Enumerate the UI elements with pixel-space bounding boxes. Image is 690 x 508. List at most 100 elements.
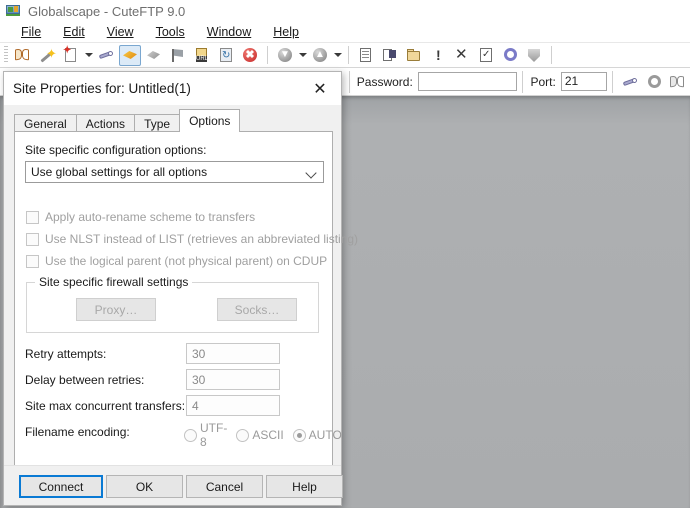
connect-button[interactable]: Connect xyxy=(19,475,103,498)
menu-item-help[interactable]: Help xyxy=(262,23,310,41)
checkbox-use-nlst[interactable]: Use NLST instead of LIST (retrieves an a… xyxy=(26,232,358,246)
cancel-button[interactable]: Cancel xyxy=(186,475,263,498)
checkbox-auto-rename[interactable]: Apply auto-rename scheme to transfers xyxy=(26,210,255,224)
delay-between-retries-label: Delay between retries: xyxy=(25,373,145,387)
upload-dropdown-arrow[interactable] xyxy=(332,45,343,66)
max-concurrent-transfers-label: Site max concurrent transfers: xyxy=(25,399,186,413)
radio-ascii-dot[interactable] xyxy=(236,428,250,442)
dialog-body: General Actions Type Options Site specif… xyxy=(4,105,358,505)
radio-utf8-dot[interactable] xyxy=(184,428,197,442)
delete-icon[interactable]: ✕ xyxy=(451,45,473,66)
toolbar-separator xyxy=(267,46,268,64)
menu-item-file-label: File xyxy=(21,25,42,39)
checkbox-use-nlst-box[interactable] xyxy=(26,232,39,246)
menu-item-edit[interactable]: Edit xyxy=(52,23,96,41)
menu-item-view[interactable]: View xyxy=(96,23,145,41)
checkbox-auto-rename-box[interactable] xyxy=(26,210,39,224)
radio-utf8-label: UTF-8 xyxy=(200,421,228,449)
checkbox-logical-parent-box[interactable] xyxy=(26,254,39,268)
config-options-label: Site specific configuration options: xyxy=(25,143,207,157)
retry-attempts-label: Retry attempts: xyxy=(25,347,107,361)
connection-bar-separator xyxy=(348,70,350,93)
radio-auto-label: AUTO xyxy=(308,428,342,442)
password-input[interactable] xyxy=(417,72,518,91)
global-options-icon[interactable] xyxy=(499,45,521,66)
disconnect-icon[interactable] xyxy=(119,44,141,66)
config-options-value: Use global settings for all options xyxy=(31,165,208,179)
checkbox-use-nlst-label: Use NLST instead of LIST (retrieves an a… xyxy=(45,232,359,246)
config-options-select[interactable]: Use global settings for all options xyxy=(25,161,324,183)
properties-icon[interactable]: ! xyxy=(427,45,449,66)
port-label: Port: xyxy=(530,74,556,89)
site-properties-dialog: Site Properties for: Untitled(1) ✕ Gener… xyxy=(3,71,358,506)
url-icon[interactable]: URL xyxy=(191,45,213,66)
new-folder-icon[interactable] xyxy=(403,45,425,66)
retry-attempts-input[interactable]: 30 xyxy=(186,343,280,364)
max-concurrent-transfers-input[interactable]: 4 xyxy=(186,395,280,416)
radio-ascii[interactable]: ASCII xyxy=(236,428,284,442)
site-manager-toolbar-icon[interactable] xyxy=(667,71,689,92)
window-titlebar: Globalscape - CuteFTP 9.0 xyxy=(0,0,690,22)
refresh-icon[interactable]: ↻ xyxy=(215,45,237,66)
global-options-toolbar-icon[interactable] xyxy=(643,71,665,92)
checkbox-logical-parent[interactable]: Use the logical parent (not physical par… xyxy=(26,254,327,268)
menu-item-tools[interactable]: Tools xyxy=(145,23,196,41)
checkbox-auto-rename-label: Apply auto-rename scheme to transfers xyxy=(45,210,256,224)
edit-notes-icon[interactable] xyxy=(355,45,377,66)
new-site-icon[interactable]: ✦ xyxy=(60,45,82,66)
new-site-dropdown-arrow[interactable] xyxy=(83,45,94,66)
filename-encoding-label: Filename encoding: xyxy=(25,425,130,439)
upload-icon[interactable]: ▲ xyxy=(309,45,331,66)
menu-item-window[interactable]: Window xyxy=(196,23,262,41)
quick-connect-wizard-icon[interactable]: ✦ xyxy=(36,45,58,66)
firewall-settings-title: Site specific firewall settings xyxy=(35,275,193,289)
window-title: Globalscape - CuteFTP 9.0 xyxy=(28,3,186,19)
options-tab-panel: Site specific configuration options: Use… xyxy=(14,131,358,472)
chevron-down-icon xyxy=(307,168,316,177)
toolbar-separator-2 xyxy=(348,46,349,64)
menu-item-file[interactable]: File xyxy=(10,23,52,41)
toolbar-grip[interactable] xyxy=(4,46,8,64)
dialog-title: Site Properties for: Untitled(1) xyxy=(13,81,191,96)
ok-button[interactable]: OK xyxy=(106,475,183,498)
connect-toolbar-icon[interactable] xyxy=(619,71,641,92)
dialog-titlebar: Site Properties for: Untitled(1) ✕ xyxy=(4,72,341,105)
connect-icon[interactable] xyxy=(95,45,117,66)
site-manager-icon[interactable] xyxy=(12,45,34,66)
radio-ascii-label: ASCII xyxy=(252,428,284,442)
download-dropdown-arrow[interactable] xyxy=(297,45,308,66)
menu-item-help-label: Help xyxy=(273,25,299,39)
menu-item-view-label: View xyxy=(106,25,134,39)
delay-between-retries-input[interactable]: 30 xyxy=(186,369,280,390)
security-icon[interactable] xyxy=(523,45,545,66)
abort-icon[interactable]: ✖ xyxy=(239,45,261,66)
menu-item-tools-label: Tools xyxy=(155,25,185,39)
menu-item-window-label: Window xyxy=(206,25,252,39)
port-input[interactable]: 21 xyxy=(560,72,608,91)
reconnect-icon[interactable] xyxy=(143,45,165,66)
application-window: Globalscape - CuteFTP 9.0 File Edit View… xyxy=(0,0,690,508)
password-label: Password: xyxy=(356,74,413,89)
stop-flag-icon[interactable] xyxy=(167,45,189,66)
tab-options[interactable]: Options xyxy=(179,109,241,132)
proxy-button[interactable]: Proxy… xyxy=(76,298,156,321)
close-icon[interactable]: ✕ xyxy=(299,72,341,105)
dialog-footer: Connect OK Cancel Help xyxy=(4,465,343,505)
toolbar-separator-3 xyxy=(551,46,552,64)
radio-auto-dot[interactable] xyxy=(292,428,306,442)
select-all-icon[interactable]: ✓ xyxy=(475,45,497,66)
rename-icon[interactable] xyxy=(379,45,401,66)
dialog-tabstrip: General Actions Type Options xyxy=(14,109,331,134)
menu-item-edit-label: Edit xyxy=(63,25,85,39)
globalscape-icon xyxy=(6,4,22,18)
main-toolbar: ✦ ✦ URL ↻ ✖ ▼ ▲ ! ✕ ✓ xyxy=(0,43,690,68)
download-icon[interactable]: ▼ xyxy=(274,45,296,66)
filename-encoding-radio-group: UTF-8 ASCII AUTO xyxy=(184,421,351,449)
socks-button[interactable]: Socks… xyxy=(217,298,297,321)
firewall-settings-group: Site specific firewall settings Proxy… S… xyxy=(26,275,319,333)
connection-bar-separator-3 xyxy=(612,70,614,93)
radio-auto[interactable]: AUTO xyxy=(292,428,342,442)
radio-utf8[interactable]: UTF-8 xyxy=(184,421,227,449)
help-button[interactable]: Help xyxy=(266,475,343,498)
menu-bar: File Edit View Tools Window Help xyxy=(0,22,690,43)
